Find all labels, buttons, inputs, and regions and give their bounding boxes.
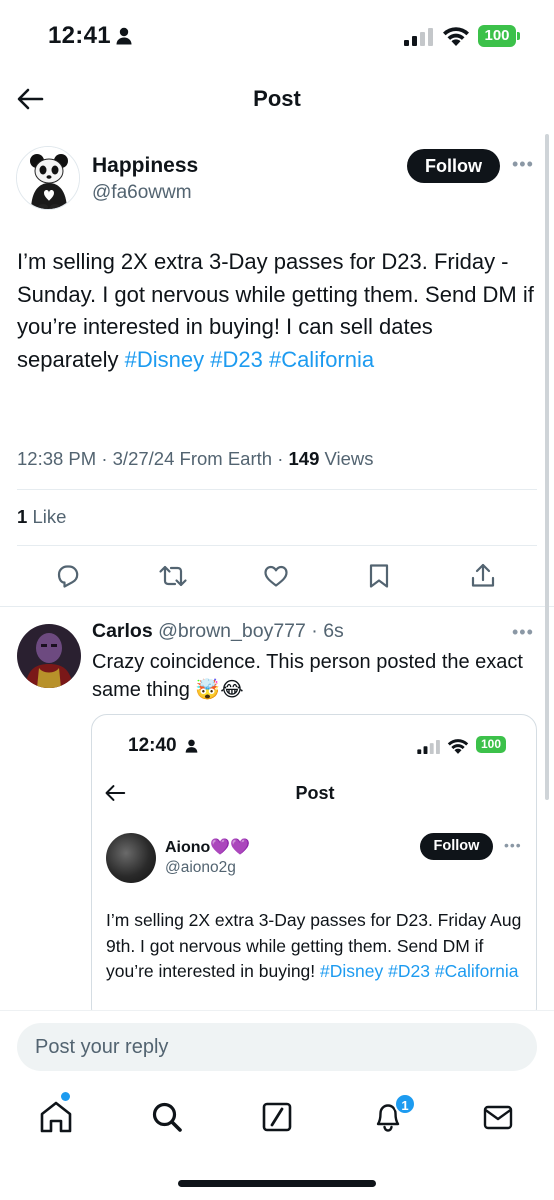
meta-separator: · bbox=[277, 448, 289, 469]
divider bbox=[17, 545, 537, 546]
post-author: Happiness @fa6owwm Follow ••• bbox=[16, 146, 538, 210]
page-title: Post bbox=[253, 86, 301, 111]
battery-indicator: 100 bbox=[478, 25, 520, 47]
embedded-author-handle: @aiono2g bbox=[165, 859, 236, 876]
post-text: I’m selling 2X extra 3-Day passes for D2… bbox=[17, 246, 537, 376]
more-options-icon[interactable]: ••• bbox=[512, 154, 534, 175]
bottom-nav: 1 bbox=[0, 1086, 554, 1156]
scrollbar[interactable] bbox=[545, 134, 549, 800]
likes-label: Like bbox=[32, 506, 67, 527]
hashtag-link[interactable]: #California bbox=[269, 347, 374, 372]
wifi-icon bbox=[443, 27, 469, 46]
likes-row[interactable]: 1 Like bbox=[17, 506, 66, 528]
embedded-post-text: I’m selling 2X extra 3-Day passes for D2… bbox=[106, 908, 526, 985]
divider bbox=[17, 489, 537, 490]
notification-count-badge: 1 bbox=[394, 1093, 416, 1115]
header: Post bbox=[0, 72, 554, 128]
home-indicator[interactable] bbox=[178, 1180, 376, 1187]
person-icon bbox=[185, 739, 198, 753]
hashtag-text: #D23 bbox=[388, 961, 430, 981]
status-bar: 12:41 100 bbox=[0, 0, 554, 72]
share-icon[interactable] bbox=[469, 562, 497, 590]
divider bbox=[0, 606, 554, 607]
grok-icon[interactable] bbox=[261, 1100, 293, 1134]
meta-separator: · bbox=[305, 620, 324, 642]
reply-avatar[interactable] bbox=[17, 624, 81, 688]
hashtag-text: #Disney bbox=[320, 961, 384, 981]
post-location: From Earth bbox=[179, 448, 273, 469]
reply-icon[interactable] bbox=[54, 562, 82, 590]
person-icon bbox=[116, 27, 132, 45]
cellular-signal-icon bbox=[417, 740, 440, 754]
reply-more-options-icon[interactable]: ••• bbox=[512, 622, 534, 643]
panda-avatar-icon bbox=[17, 147, 79, 209]
post-date: 3/27/24 bbox=[112, 448, 175, 469]
embedded-status-time: 12:40 bbox=[128, 735, 177, 756]
messages-icon[interactable] bbox=[482, 1100, 514, 1134]
status-time: 12:41 bbox=[48, 22, 111, 49]
post-time: 12:38 PM bbox=[17, 448, 97, 469]
bookmark-icon[interactable] bbox=[366, 562, 392, 590]
repost-icon[interactable] bbox=[158, 562, 188, 590]
wifi-icon bbox=[447, 739, 469, 754]
hashtag-text: #California bbox=[434, 961, 519, 981]
avatar[interactable] bbox=[16, 146, 80, 210]
villain-avatar-icon bbox=[17, 624, 81, 688]
reply-author-name[interactable]: Carlos bbox=[92, 620, 153, 642]
home-icon[interactable] bbox=[38, 1100, 74, 1134]
reply-header: Carlos @brown_boy777 · 6s bbox=[92, 620, 344, 643]
embedded-avatar bbox=[106, 833, 156, 883]
battery-indicator: 100 bbox=[476, 736, 506, 753]
author-name[interactable]: Happiness bbox=[92, 154, 198, 178]
home-unread-dot bbox=[61, 1092, 70, 1101]
embedded-follow-button: Follow bbox=[420, 833, 493, 860]
reply-author-handle[interactable]: @brown_boy777 bbox=[158, 620, 306, 642]
reply-input[interactable] bbox=[17, 1023, 537, 1071]
hashtag-link[interactable]: #Disney bbox=[125, 347, 204, 372]
views-label: Views bbox=[324, 448, 374, 469]
meta-separator: · bbox=[101, 448, 113, 469]
attached-screenshot[interactable]: 12:40 100 Post Aiono💜💜 @aiono2g Follow •… bbox=[91, 714, 537, 1024]
search-icon[interactable] bbox=[150, 1100, 184, 1134]
reply-age: 6s bbox=[323, 620, 344, 642]
cellular-signal-icon bbox=[404, 28, 433, 46]
more-options-icon: ••• bbox=[504, 837, 522, 853]
like-heart-icon[interactable] bbox=[262, 562, 290, 590]
reply-text: Crazy coincidence. This person posted th… bbox=[92, 651, 523, 701]
embedded-page-title: Post bbox=[295, 783, 335, 803]
action-bar bbox=[0, 560, 554, 596]
post-meta: 12:38 PM · 3/27/24 From Earth · 149 View… bbox=[17, 448, 374, 470]
hashtag-link[interactable]: #D23 bbox=[210, 347, 263, 372]
author-handle[interactable]: @fa6owwm bbox=[92, 182, 192, 204]
follow-button[interactable]: Follow bbox=[407, 149, 500, 183]
likes-count: 1 bbox=[17, 506, 28, 527]
embedded-author-name: Aiono💜💜 bbox=[165, 839, 251, 856]
views-count[interactable]: 149 bbox=[289, 448, 320, 469]
